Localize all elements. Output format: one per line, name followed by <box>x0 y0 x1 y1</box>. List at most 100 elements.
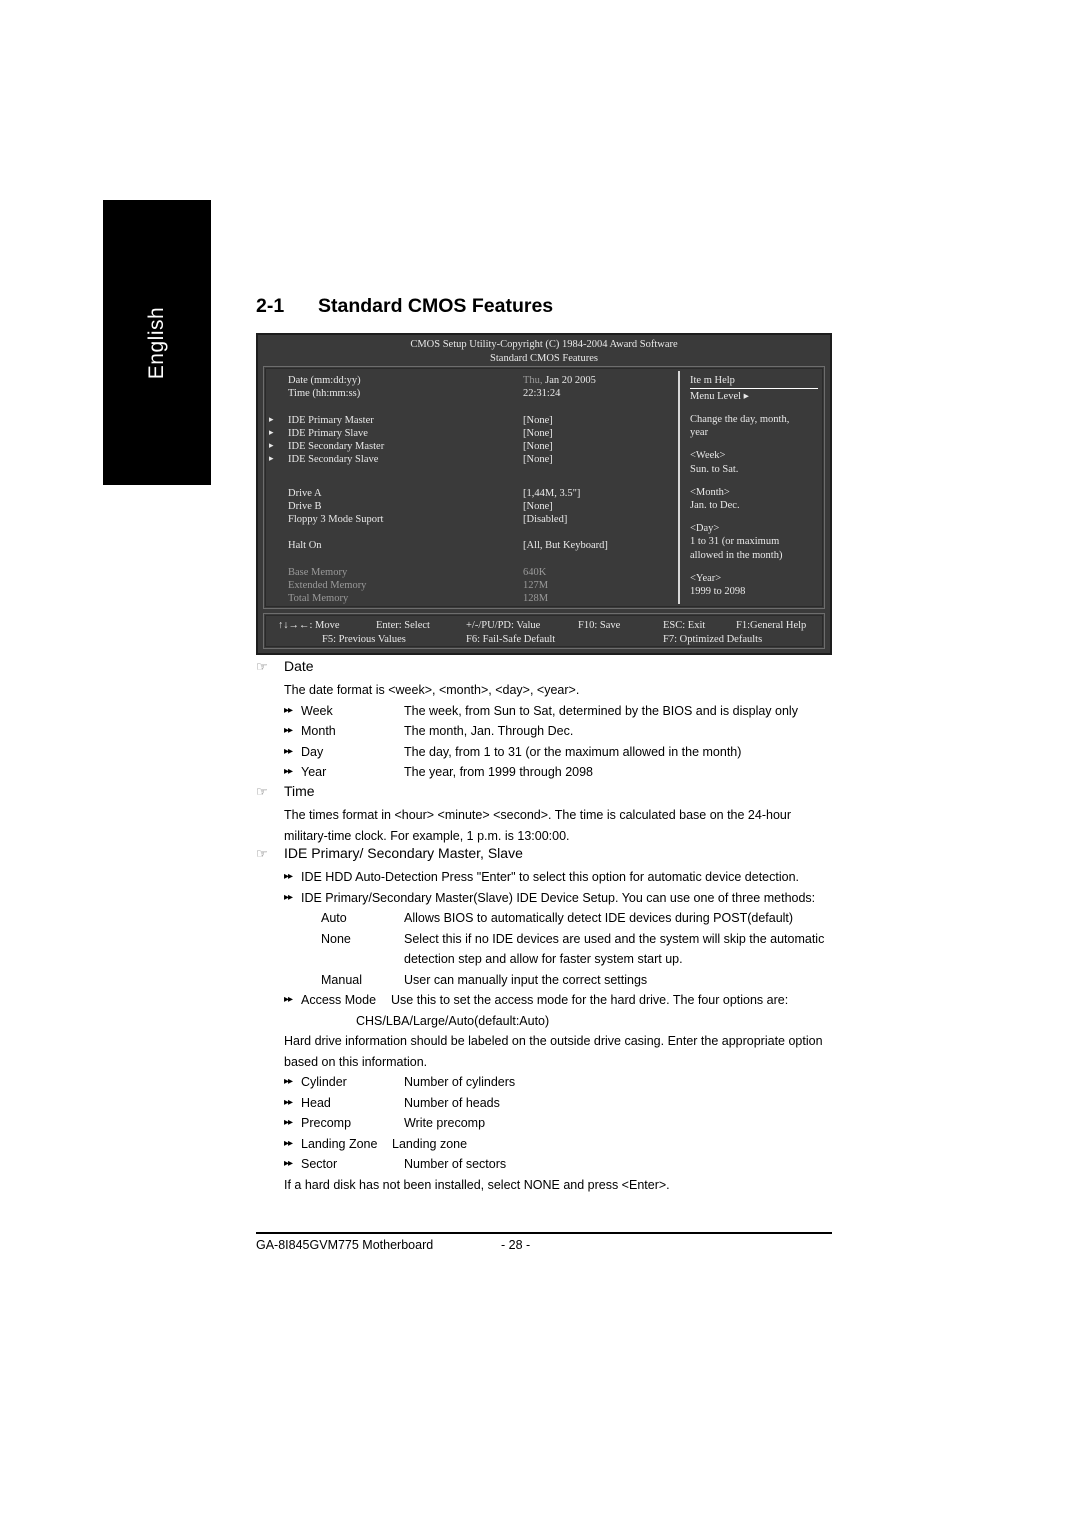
section-date-intro: The date format is <week>, <month>, <day… <box>284 683 580 697</box>
language-tab: English <box>103 200 211 485</box>
date-item-desc: The month, Jan. Through Dec. <box>404 724 574 738</box>
bios-ide-label: IDE Primary Master <box>288 414 374 426</box>
ide-method-desc: Allows BIOS to automatically detect IDE … <box>404 911 794 925</box>
triangle-right-icon: ▸ <box>269 439 274 450</box>
triangle-right-icon: ▸ <box>269 413 274 424</box>
language-tab-label: English <box>145 306 168 379</box>
section-time: ☞ Time The times format in <hour> <minut… <box>256 783 836 846</box>
bios-drive-value: [1,44M, 3.5"] <box>523 487 581 499</box>
bios-help-gap-5 <box>690 562 818 572</box>
bios-base-memory-value: 640K <box>523 566 547 578</box>
footer-model: GA-8I845GVM775 Motherboard <box>256 1238 434 1252</box>
bios-help-gap-3 <box>690 476 818 486</box>
bios-key-legend-inner: ↑↓→←: Move Enter: Select +/-/PU/PD: Valu… <box>265 615 823 647</box>
bios-ide-label: IDE Secondary Master <box>288 440 385 452</box>
bios-copyright-line: CMOS Setup Utility-Copyright (C) 1984-20… <box>410 339 678 350</box>
footer-divider <box>256 1232 832 1234</box>
page-content: 2-1 Standard CMOS Features CMOS Setup Uti… <box>256 0 836 1528</box>
ide-method-desc: Select this if no IDE devices are used a… <box>404 931 825 946</box>
footer-page-number: - 28 - <box>501 1238 531 1252</box>
bios-spacer-3 <box>278 526 672 539</box>
double-triangle-icon: ▸▸ <box>284 1117 293 1128</box>
double-triangle-icon: ▸▸ <box>284 725 293 736</box>
date-item-month: ▸▸ Month The month, Jan. Through Dec. <box>284 721 836 742</box>
bios-base-memory-label: Base Memory <box>288 566 348 578</box>
date-item-term: Week <box>301 703 333 718</box>
bios-halt-value: [All, But Keyboard] <box>523 540 608 552</box>
hd-item-term: Head <box>301 1095 331 1110</box>
section-number: 2-1 <box>256 295 285 317</box>
bios-row-drive-b[interactable]: Drive B [None] <box>278 500 672 513</box>
ide-method-term: Manual <box>321 972 362 987</box>
bios-setup-screenshot: CMOS Setup Utility-Copyright (C) 1984-20… <box>256 333 832 655</box>
bios-drive-label: Drive B <box>288 500 322 512</box>
date-item-desc: The week, from Sun to Sat, determined by… <box>404 703 798 718</box>
bios-pane-divider <box>678 371 680 604</box>
bios-row-drive-a[interactable]: Drive A [1,44M, 3.5"] <box>278 487 672 500</box>
bios-key-enter: Enter: Select <box>376 620 430 631</box>
bios-legend-row-2: F5: Previous Values F6: Fail-Safe Defaul… <box>266 633 822 647</box>
hd-item-cylinder: ▸▸ Cylinder Number of cylinders <box>284 1072 836 1093</box>
bios-key-value: +/-/PU/PD: Value <box>466 620 541 631</box>
bios-ide-value: [None] <box>523 427 553 439</box>
section-date-heading-text: Date <box>284 658 314 674</box>
ide-method-desc: User can manually input the correct sett… <box>404 972 648 987</box>
bios-ide-value: [None] <box>523 440 553 452</box>
date-item-term: Year <box>301 765 327 779</box>
hd-item-desc: Number of heads <box>404 1095 500 1110</box>
bios-row-ide-secondary-slave[interactable]: ▸ IDE Secondary Slave [None] <box>269 453 672 466</box>
ide-bullet-device-setup-text: IDE Primary/Secondary Master(Slave) IDE … <box>301 890 816 905</box>
date-item-term: Day <box>301 744 324 759</box>
bios-key-move: ↑↓→←: Move <box>278 620 340 631</box>
bios-halt-label: Halt On <box>288 540 322 552</box>
bios-help-month-text: Jan. to Dec. <box>690 499 740 511</box>
double-triangle-icon: ▸▸ <box>284 766 293 777</box>
bios-row-extended-memory: Extended Memory 127M <box>278 579 672 592</box>
date-item-desc: The year, from 1999 through 2098 <box>404 765 594 779</box>
ide-hd-info-line1: Hard drive information should be labeled… <box>284 1034 823 1048</box>
pointing-hand-icon: ☞ <box>256 846 268 861</box>
ide-bullet-device-setup: ▸▸ IDE Primary/Secondary Master(Slave) I… <box>284 888 836 909</box>
ide-bullet-auto-detection: ▸▸ IDE HDD Auto-Detection Press "Enter" … <box>284 867 836 888</box>
bios-key-f5: F5: Previous Values <box>322 634 406 645</box>
section-time-heading: ☞ Time <box>256 783 836 805</box>
bios-help-day-text1: 1 to 31 (or maximum <box>690 536 780 548</box>
double-triangle-icon: ▸▸ <box>284 745 293 757</box>
bios-help-desc-line1: Change the day, month, <box>690 414 790 426</box>
bios-body-inner: Date (mm:dd:yy) Thu, Jan 20 2005 Time (h… <box>265 368 823 607</box>
ide-closing-note: If a hard disk has not been installed, s… <box>284 1177 670 1192</box>
hd-item-precomp: ▸▸ Precomp Write precomp <box>284 1113 836 1134</box>
double-triangle-icon: ▸▸ <box>284 891 293 903</box>
bios-time-value: 22:31:24 <box>523 388 561 400</box>
ide-access-mode-options: CHS/LBA/Large/Auto(default:Auto) <box>356 1013 550 1028</box>
bios-row-floppy-3-mode[interactable]: Floppy 3 Mode Suport [Disabled] <box>278 513 672 526</box>
hd-item-desc: Number of cylinders <box>404 1075 516 1089</box>
hd-item-term: Precomp <box>301 1116 352 1130</box>
bios-extended-memory-value: 127M <box>523 579 549 591</box>
bios-key-legend: ↑↓→←: Move Enter: Select +/-/PU/PD: Valu… <box>263 613 825 649</box>
bios-key-esc: ESC: Exit <box>663 620 706 631</box>
bios-row-halt-on[interactable]: Halt On [All, But Keyboard] <box>278 539 672 552</box>
bios-date-value[interactable]: Thu, Jan 20 2005 <box>523 374 596 388</box>
pointing-hand-icon: ☞ <box>256 659 268 674</box>
bios-row-ide-secondary-master[interactable]: ▸ IDE Secondary Master [None] <box>269 440 672 453</box>
bios-help-week-text: Sun. to Sat. <box>690 463 739 475</box>
ide-method-term: None <box>321 931 351 946</box>
bios-legend-row-1: ↑↓→←: Move Enter: Select +/-/PU/PD: Valu… <box>266 619 822 633</box>
hd-item-desc: Landing zone <box>392 1136 468 1151</box>
hd-item-desc: Write precomp <box>404 1116 486 1130</box>
bios-ide-value: [None] <box>523 414 553 426</box>
bios-row-time[interactable]: Time (hh:mm:ss) 22:31:24 <box>278 387 672 400</box>
bios-drive-value: [None] <box>523 500 553 512</box>
bios-row-ide-primary-master[interactable]: ▸ IDE Primary Master [None] <box>269 414 672 427</box>
bios-row-ide-primary-slave[interactable]: ▸ IDE Primary Slave [None] <box>269 427 672 440</box>
ide-method-term: Auto <box>321 911 347 925</box>
ide-method-manual: Manual User can manually input the corre… <box>284 970 836 991</box>
pointing-hand-icon: ☞ <box>256 784 268 799</box>
triangle-right-icon: ▸ <box>269 453 274 464</box>
bios-settings-pane: Date (mm:dd:yy) Thu, Jan 20 2005 Time (h… <box>266 369 678 606</box>
bios-item-help-title: Ite m Help <box>690 374 818 389</box>
bios-row-total-memory: Total Memory 128M <box>278 592 672 605</box>
bios-spacer-1 <box>278 400 672 413</box>
bios-row-date[interactable]: Date (mm:dd:yy) Thu, Jan 20 2005 <box>278 374 672 387</box>
